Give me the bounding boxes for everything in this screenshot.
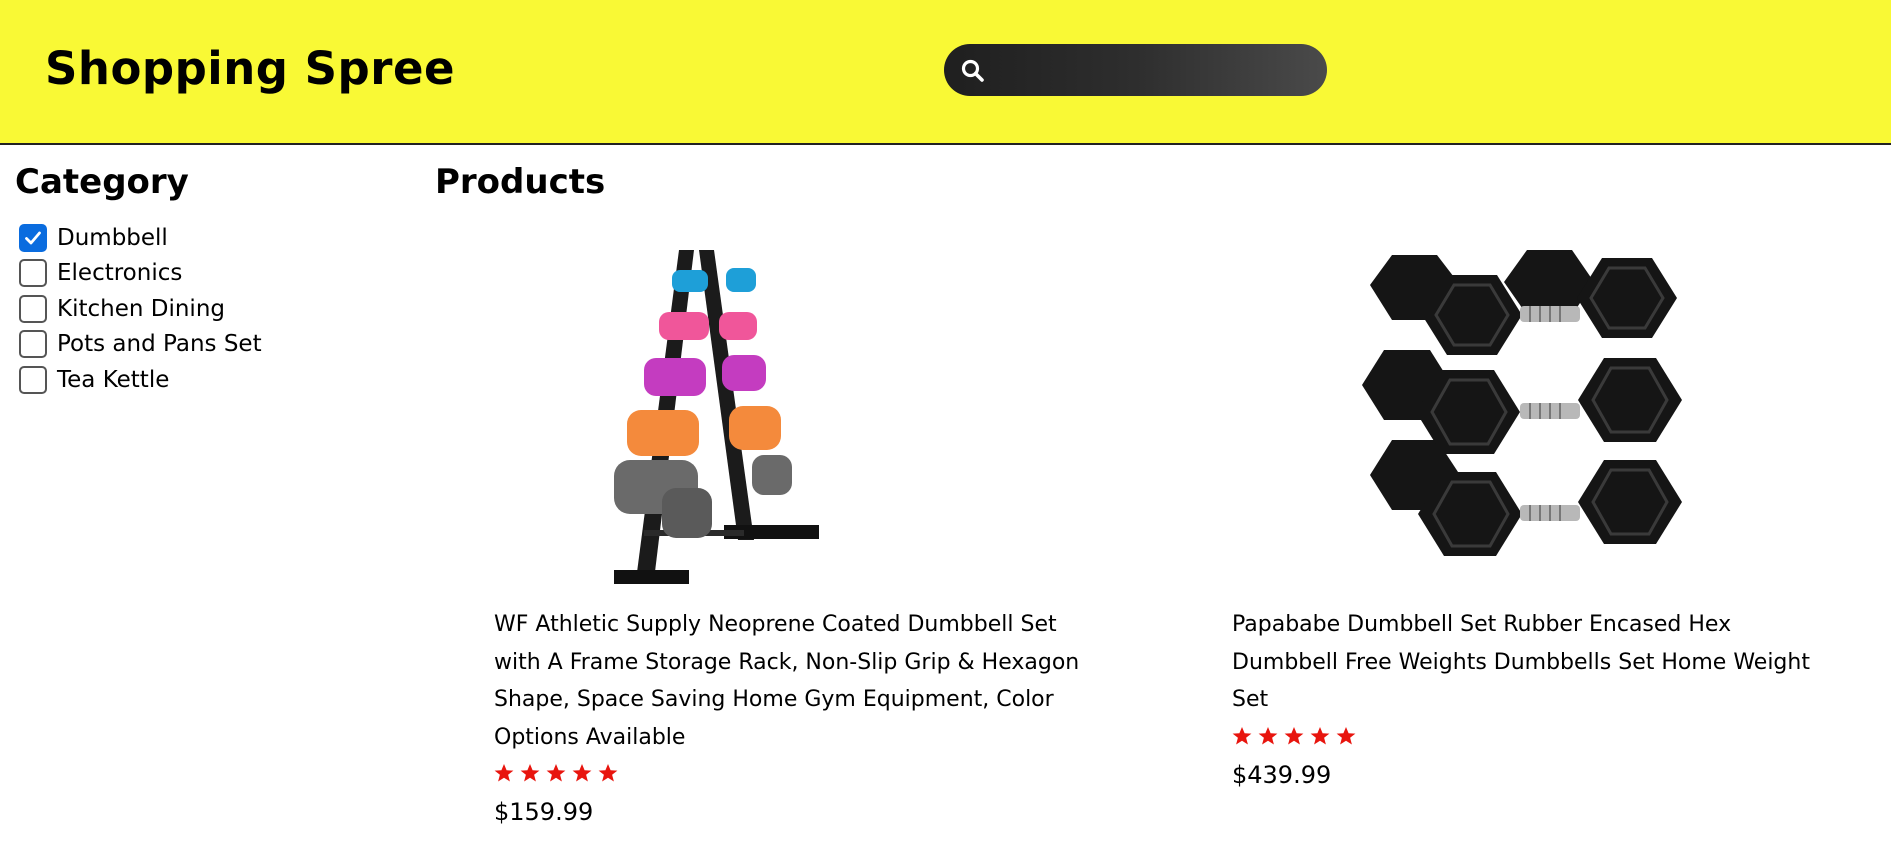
star-icon	[1258, 726, 1278, 744]
product-image[interactable]	[494, 240, 1094, 600]
category-item-electronics[interactable]: Electronics	[15, 256, 395, 292]
search-icon[interactable]	[960, 58, 986, 84]
category-label: Pots and Pans Set	[57, 331, 262, 358]
category-checkbox-electronics[interactable]	[19, 259, 47, 288]
products-heading: Products	[435, 162, 606, 202]
product-price: $439.99	[1232, 760, 1332, 789]
category-heading: Category	[15, 162, 189, 202]
product-name[interactable]: WF Athletic Supply Neoprene Coated Dumbb…	[494, 606, 1094, 756]
star-icon	[1336, 726, 1356, 744]
product-price: $159.99	[494, 798, 594, 826]
category-label: Electronics	[57, 260, 183, 287]
star-rating	[1232, 725, 1832, 747]
product-card[interactable]: Papababe Dumbbell Set Rubber Encased Hex…	[1232, 240, 1832, 791]
checkmark-icon	[25, 231, 41, 245]
star-icon	[494, 764, 514, 782]
star-icon	[1284, 726, 1304, 744]
product-card[interactable]: WF Athletic Supply Neoprene Coated Dumbb…	[494, 240, 1094, 828]
star-icon	[1310, 726, 1330, 744]
star-icon	[598, 764, 618, 782]
category-item-dumbbell[interactable]: Dumbbell	[15, 220, 395, 256]
category-checkbox-tea-kettle[interactable]	[19, 365, 47, 394]
category-item-tea-kettle[interactable]: Tea Kettle	[15, 362, 395, 398]
site-header: Shopping Spree	[0, 0, 1891, 145]
category-item-kitchen-dining[interactable]: Kitchen Dining	[15, 291, 395, 327]
search-bar[interactable]	[944, 44, 1327, 96]
hex-dumbbell-image	[1362, 250, 1682, 556]
star-icon	[546, 764, 566, 782]
category-label: Kitchen Dining	[57, 295, 225, 322]
category-checkbox-pots-and-pans[interactable]	[19, 330, 47, 359]
category-item-pots-and-pans[interactable]: Pots and Pans Set	[15, 327, 395, 363]
category-checkbox-dumbbell[interactable]	[19, 223, 47, 252]
dumbbell-rack-image	[614, 250, 819, 584]
product-name[interactable]: Papababe Dumbbell Set Rubber Encased Hex…	[1232, 606, 1832, 719]
category-label: Dumbbell	[57, 224, 168, 251]
star-rating	[494, 762, 1094, 784]
star-icon	[520, 764, 540, 782]
star-icon	[572, 764, 592, 782]
category-label: Tea Kettle	[57, 366, 170, 393]
category-checkbox-kitchen-dining[interactable]	[19, 294, 47, 323]
brand-logo[interactable]: Shopping Spree	[45, 42, 455, 95]
category-sidebar: Category Dumbbell Electronics Kitchen Di…	[15, 160, 395, 398]
star-icon	[1232, 726, 1252, 744]
product-image[interactable]	[1232, 240, 1832, 600]
category-list: Dumbbell Electronics Kitchen Dining Pots…	[15, 220, 395, 398]
search-input[interactable]	[996, 52, 1311, 88]
